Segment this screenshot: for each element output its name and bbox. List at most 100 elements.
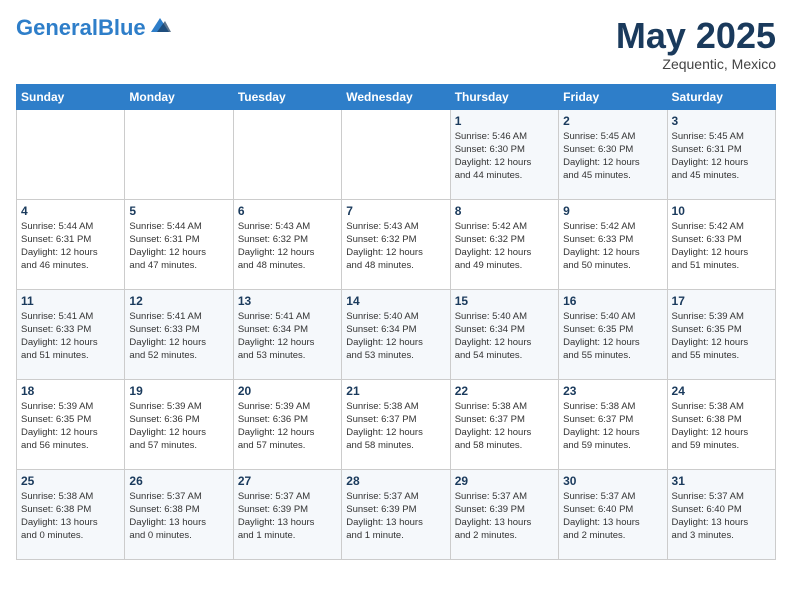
day-info: Sunrise: 5:38 AM Sunset: 6:37 PM Dayligh… xyxy=(563,400,662,453)
day-info: Sunrise: 5:41 AM Sunset: 6:33 PM Dayligh… xyxy=(129,310,228,363)
header-thursday: Thursday xyxy=(450,84,558,109)
calendar-cell: 27Sunrise: 5:37 AM Sunset: 6:39 PM Dayli… xyxy=(233,469,341,559)
day-number: 23 xyxy=(563,384,662,398)
day-number: 17 xyxy=(672,294,771,308)
day-number: 26 xyxy=(129,474,228,488)
calendar-cell: 18Sunrise: 5:39 AM Sunset: 6:35 PM Dayli… xyxy=(17,379,125,469)
day-info: Sunrise: 5:37 AM Sunset: 6:38 PM Dayligh… xyxy=(129,490,228,543)
calendar-cell: 30Sunrise: 5:37 AM Sunset: 6:40 PM Dayli… xyxy=(559,469,667,559)
day-number: 29 xyxy=(455,474,554,488)
calendar-cell: 29 Sunrise: 5:37 AM Sunset: 6:39 PM Dayli… xyxy=(450,469,558,559)
day-info: Sunrise: 5:38 AM Sunset: 6:37 PM Dayligh… xyxy=(455,400,554,453)
day-info: Sunrise: 5:45 AM Sunset: 6:31 PM Dayligh… xyxy=(672,130,771,183)
day-number: 28 xyxy=(346,474,445,488)
calendar-cell: 1 Sunrise: 5:46 AM Sunset: 6:30 PM Daylig… xyxy=(450,109,558,199)
day-number: 16 xyxy=(563,294,662,308)
day-info: Sunrise: 5:39 AM Sunset: 6:36 PM Dayligh… xyxy=(129,400,228,453)
week-row-4: 25 Sunrise: 5:38 AM Sunset: 6:38 PM Dayli… xyxy=(17,469,776,559)
calendar-cell xyxy=(125,109,233,199)
header-saturday: Saturday xyxy=(667,84,775,109)
day-number: 4 xyxy=(21,204,120,218)
page-header: GeneralBlue May 2025 Zequentic, Mexico xyxy=(16,16,776,72)
logo: GeneralBlue xyxy=(16,16,171,40)
day-info: Sunrise: 5:44 AM Sunset: 6:31 PM Dayligh… xyxy=(129,220,228,273)
header-tuesday: Tuesday xyxy=(233,84,341,109)
calendar-cell: 8Sunrise: 5:42 AM Sunset: 6:32 PM Daylig… xyxy=(450,199,558,289)
day-number: 10 xyxy=(672,204,771,218)
day-info: Sunrise: 5:40 AM Sunset: 6:35 PM Dayligh… xyxy=(563,310,662,363)
day-number: 11 xyxy=(21,294,120,308)
day-number: 12 xyxy=(129,294,228,308)
day-number: 14 xyxy=(346,294,445,308)
calendar-cell: 2Sunrise: 5:45 AM Sunset: 6:30 PM Daylig… xyxy=(559,109,667,199)
day-number: 31 xyxy=(672,474,771,488)
day-number: 5 xyxy=(129,204,228,218)
title-block: May 2025 Zequentic, Mexico xyxy=(616,16,776,72)
day-number: 13 xyxy=(238,294,337,308)
day-info: Sunrise: 5:38 AM Sunset: 6:38 PM Dayligh… xyxy=(21,490,120,543)
calendar-cell: 28 Sunrise: 5:37 AM Sunset: 6:39 PM Dayli… xyxy=(342,469,450,559)
day-number: 24 xyxy=(672,384,771,398)
logo-general: General xyxy=(16,15,98,40)
calendar-cell xyxy=(17,109,125,199)
day-info: Sunrise: 5:40 AM Sunset: 6:34 PM Dayligh… xyxy=(455,310,554,363)
calendar-cell: 21Sunrise: 5:38 AM Sunset: 6:37 PM Dayli… xyxy=(342,379,450,469)
day-number: 1 xyxy=(455,114,554,128)
calendar-cell: 25 Sunrise: 5:38 AM Sunset: 6:38 PM Dayli… xyxy=(17,469,125,559)
day-number: 2 xyxy=(563,114,662,128)
day-number: 6 xyxy=(238,204,337,218)
logo-blue: Blue xyxy=(98,15,146,40)
week-row-3: 18Sunrise: 5:39 AM Sunset: 6:35 PM Dayli… xyxy=(17,379,776,469)
day-info: Sunrise: 5:37 AM Sunset: 6:39 PM Dayligh… xyxy=(346,490,445,543)
header-sunday: Sunday xyxy=(17,84,125,109)
logo-icon xyxy=(149,16,171,34)
calendar-header: SundayMondayTuesdayWednesdayThursdayFrid… xyxy=(17,84,776,109)
day-info: Sunrise: 5:42 AM Sunset: 6:33 PM Dayligh… xyxy=(672,220,771,273)
logo-text: GeneralBlue xyxy=(16,17,146,39)
day-number: 20 xyxy=(238,384,337,398)
day-number: 9 xyxy=(563,204,662,218)
calendar-cell: 13Sunrise: 5:41 AM Sunset: 6:34 PM Dayli… xyxy=(233,289,341,379)
calendar-cell: 23 Sunrise: 5:38 AM Sunset: 6:37 PM Dayli… xyxy=(559,379,667,469)
day-info: Sunrise: 5:40 AM Sunset: 6:34 PM Dayligh… xyxy=(346,310,445,363)
calendar-cell: 15Sunrise: 5:40 AM Sunset: 6:34 PM Dayli… xyxy=(450,289,558,379)
calendar-cell: 16 Sunrise: 5:40 AM Sunset: 6:35 PM Dayli… xyxy=(559,289,667,379)
day-info: Sunrise: 5:38 AM Sunset: 6:37 PM Dayligh… xyxy=(346,400,445,453)
day-info: Sunrise: 5:43 AM Sunset: 6:32 PM Dayligh… xyxy=(346,220,445,273)
day-info: Sunrise: 5:46 AM Sunset: 6:30 PM Dayligh… xyxy=(455,130,554,183)
day-number: 25 xyxy=(21,474,120,488)
day-info: Sunrise: 5:39 AM Sunset: 6:36 PM Dayligh… xyxy=(238,400,337,453)
header-row: SundayMondayTuesdayWednesdayThursdayFrid… xyxy=(17,84,776,109)
calendar-cell: 31Sunrise: 5:37 AM Sunset: 6:40 PM Dayli… xyxy=(667,469,775,559)
day-number: 27 xyxy=(238,474,337,488)
calendar-cell xyxy=(342,109,450,199)
calendar-cell: 7Sunrise: 5:43 AM Sunset: 6:32 PM Daylig… xyxy=(342,199,450,289)
day-info: Sunrise: 5:37 AM Sunset: 6:39 PM Dayligh… xyxy=(455,490,554,543)
calendar-cell: 4 Sunrise: 5:44 AM Sunset: 6:31 PM Daylig… xyxy=(17,199,125,289)
calendar-cell: 14 Sunrise: 5:40 AM Sunset: 6:34 PM Dayli… xyxy=(342,289,450,379)
calendar-cell: 12 Sunrise: 5:41 AM Sunset: 6:33 PM Dayli… xyxy=(125,289,233,379)
day-info: Sunrise: 5:42 AM Sunset: 6:32 PM Dayligh… xyxy=(455,220,554,273)
calendar-cell: 6 Sunrise: 5:43 AM Sunset: 6:32 PM Daylig… xyxy=(233,199,341,289)
calendar-cell: 17Sunrise: 5:39 AM Sunset: 6:35 PM Dayli… xyxy=(667,289,775,379)
calendar-subtitle: Zequentic, Mexico xyxy=(616,56,776,72)
calendar-cell: 10 Sunrise: 5:42 AM Sunset: 6:33 PM Dayli… xyxy=(667,199,775,289)
calendar-cell: 19Sunrise: 5:39 AM Sunset: 6:36 PM Dayli… xyxy=(125,379,233,469)
calendar-cell: 22 Sunrise: 5:38 AM Sunset: 6:37 PM Dayli… xyxy=(450,379,558,469)
day-number: 22 xyxy=(455,384,554,398)
day-number: 18 xyxy=(21,384,120,398)
calendar-cell xyxy=(233,109,341,199)
calendar-cell: 26 Sunrise: 5:37 AM Sunset: 6:38 PM Dayli… xyxy=(125,469,233,559)
day-info: Sunrise: 5:44 AM Sunset: 6:31 PM Dayligh… xyxy=(21,220,120,273)
header-monday: Monday xyxy=(125,84,233,109)
week-row-2: 11 Sunrise: 5:41 AM Sunset: 6:33 PM Dayli… xyxy=(17,289,776,379)
calendar-title: May 2025 xyxy=(616,16,776,56)
calendar-cell: 9Sunrise: 5:42 AM Sunset: 6:33 PM Daylig… xyxy=(559,199,667,289)
day-info: Sunrise: 5:37 AM Sunset: 6:40 PM Dayligh… xyxy=(563,490,662,543)
week-row-1: 4 Sunrise: 5:44 AM Sunset: 6:31 PM Daylig… xyxy=(17,199,776,289)
day-info: Sunrise: 5:43 AM Sunset: 6:32 PM Dayligh… xyxy=(238,220,337,273)
calendar-cell: 11Sunrise: 5:41 AM Sunset: 6:33 PM Dayli… xyxy=(17,289,125,379)
header-friday: Friday xyxy=(559,84,667,109)
calendar-cell: 24Sunrise: 5:38 AM Sunset: 6:38 PM Dayli… xyxy=(667,379,775,469)
header-wednesday: Wednesday xyxy=(342,84,450,109)
